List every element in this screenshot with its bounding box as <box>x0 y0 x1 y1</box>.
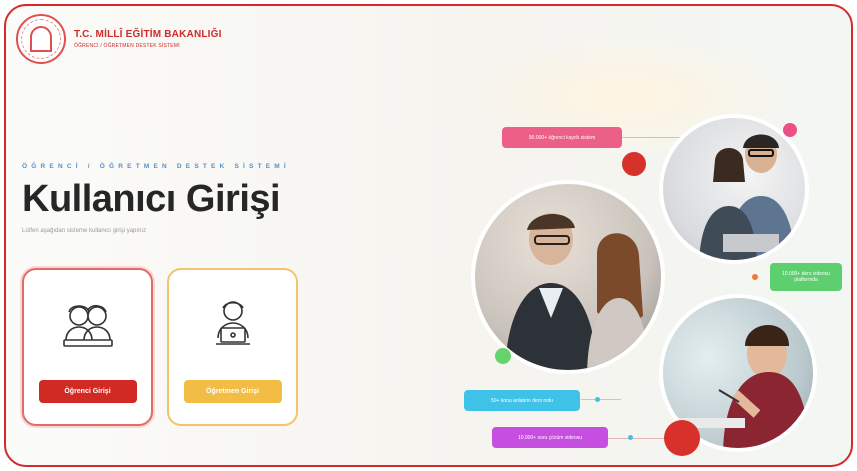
brand-header: T.C. MİLLÎ EĞİTİM BAKANLIĞI ÖĞRENCİ / ÖĞ… <box>16 14 222 64</box>
ministry-name: T.C. MİLLÎ EĞİTİM BAKANLIĞI <box>74 29 222 40</box>
meb-logo-icon <box>16 14 66 64</box>
decor-dot <box>752 274 758 280</box>
page-title: Kullanıcı Girişi <box>22 178 281 220</box>
stat-pill-solutions: 10.000+ soru çözüm videosu <box>492 427 608 448</box>
teacher-login-button[interactable]: Öğretmen Girişi <box>183 380 282 403</box>
page-frame: T.C. MİLLÎ EĞİTİM BAKANLIĞI ÖĞRENCİ / ÖĞ… <box>4 4 853 467</box>
teacher-login-card[interactable]: Öğretmen Girişi <box>167 268 298 426</box>
system-name: ÖĞRENCİ / ÖĞRETMEN DESTEK SİSTEMİ <box>74 43 180 49</box>
hero-subtitle: ÖĞRENCİ / ÖĞRETMEN DESTEK SİSTEMİ <box>22 163 290 170</box>
student-login-button[interactable]: Öğrenci Girişi <box>38 380 137 403</box>
decor-dot <box>595 397 600 402</box>
teacher-laptop-icon <box>215 301 250 345</box>
hero-description: Lütfen aşağıdan sisteme kullanıcı girişi… <box>22 228 147 234</box>
students-icon <box>62 304 113 347</box>
student-login-card[interactable]: Öğrenci Girişi <box>22 268 153 426</box>
teacher-photo <box>471 180 665 374</box>
decor-dot <box>622 152 646 176</box>
decor-dot <box>495 348 511 364</box>
decor-dot <box>628 435 633 440</box>
decor-dot <box>664 420 700 456</box>
stat-pill-students: 90.000+ öğrenci kayıtlı sistem <box>502 127 622 148</box>
stat-pill-videos: 10.000+ ders videosu platformda <box>770 263 842 291</box>
decor-dot <box>783 123 797 137</box>
stat-pill-notes: 50+ konu anlatımı ders notu <box>464 390 580 411</box>
